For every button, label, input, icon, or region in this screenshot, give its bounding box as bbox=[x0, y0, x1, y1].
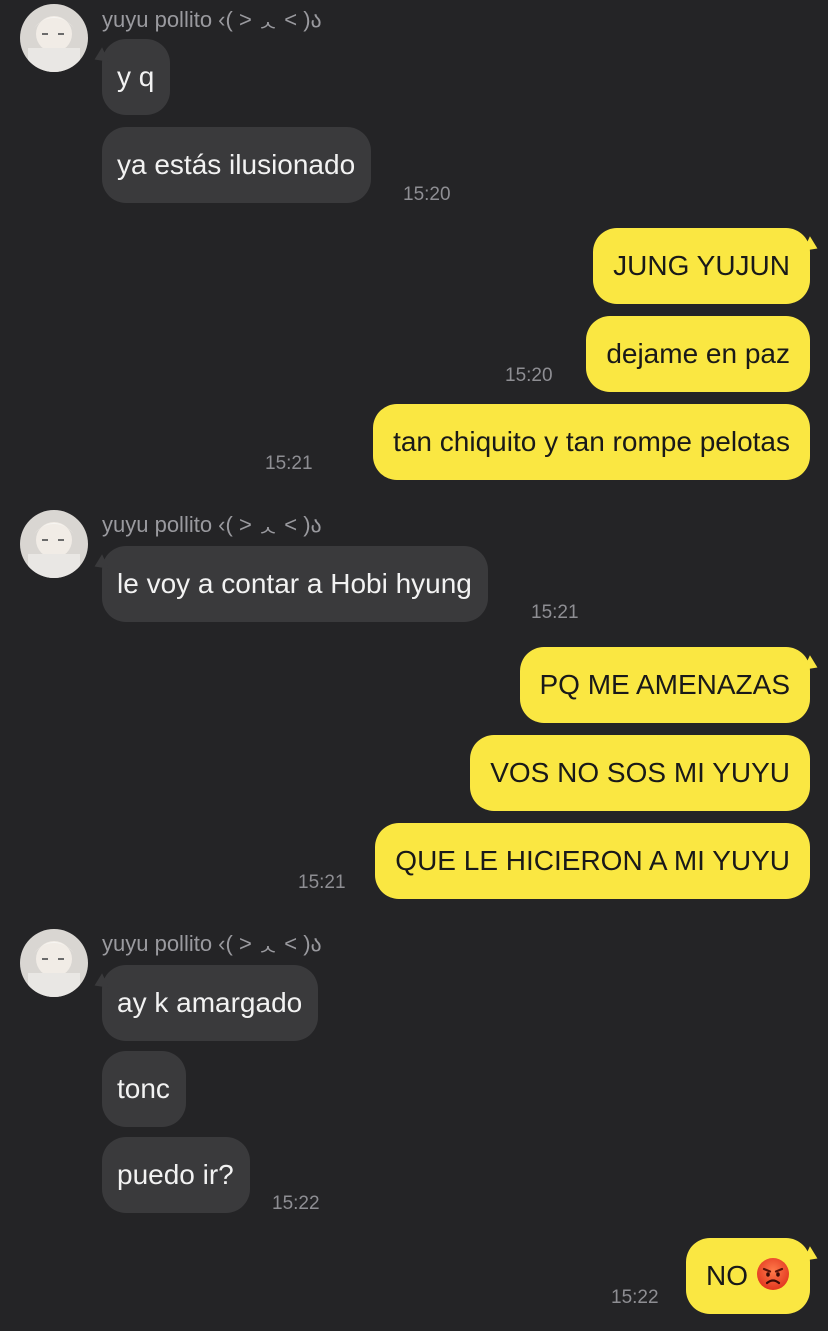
contact-avatar[interactable] bbox=[20, 929, 88, 997]
sender-name: yuyu pollito ‹( ˃ ᆺ ˂ )ა bbox=[102, 7, 322, 32]
angry-face-icon bbox=[756, 1257, 790, 1291]
message-timestamp: 15:21 bbox=[531, 602, 579, 623]
outgoing-message[interactable]: VOS NO SOS MI YUYU bbox=[470, 735, 810, 811]
message-timestamp: 15:20 bbox=[403, 184, 451, 205]
incoming-message[interactable]: ya estás ilusionado bbox=[102, 127, 372, 203]
message-timestamp: 15:21 bbox=[265, 453, 313, 474]
incoming-message[interactable]: puedo ir? bbox=[102, 1137, 250, 1213]
outgoing-message[interactable]: dejame en paz bbox=[586, 316, 810, 392]
contact-avatar[interactable] bbox=[20, 510, 88, 578]
message-timestamp: 15:20 bbox=[505, 365, 553, 386]
outgoing-message[interactable]: JUNG YUJUN bbox=[593, 228, 810, 304]
incoming-message[interactable]: tonc bbox=[102, 1051, 186, 1127]
incoming-message[interactable]: y q bbox=[102, 39, 171, 115]
outgoing-message[interactable]: QUE LE HICIERON A MI YUYU bbox=[375, 823, 810, 899]
outgoing-message-text: NO bbox=[706, 1260, 748, 1291]
sender-name: yuyu pollito ‹( ˃ ᆺ ˂ )ა bbox=[102, 931, 322, 956]
incoming-message[interactable]: le voy a contar a Hobi hyung bbox=[102, 546, 488, 622]
sender-name: yuyu pollito ‹( ˃ ᆺ ˂ )ა bbox=[102, 512, 322, 537]
incoming-message[interactable]: ay k amargado bbox=[102, 965, 319, 1041]
message-timestamp: 15:22 bbox=[272, 1193, 320, 1214]
outgoing-message[interactable]: PQ ME AMENAZAS bbox=[519, 647, 810, 723]
message-timestamp: 15:21 bbox=[298, 872, 346, 893]
contact-avatar[interactable] bbox=[20, 4, 88, 72]
outgoing-message[interactable]: tan chiquito y tan rompe pelotas bbox=[373, 404, 810, 480]
message-timestamp: 15:22 bbox=[611, 1287, 659, 1308]
outgoing-message[interactable]: NO bbox=[686, 1238, 810, 1314]
